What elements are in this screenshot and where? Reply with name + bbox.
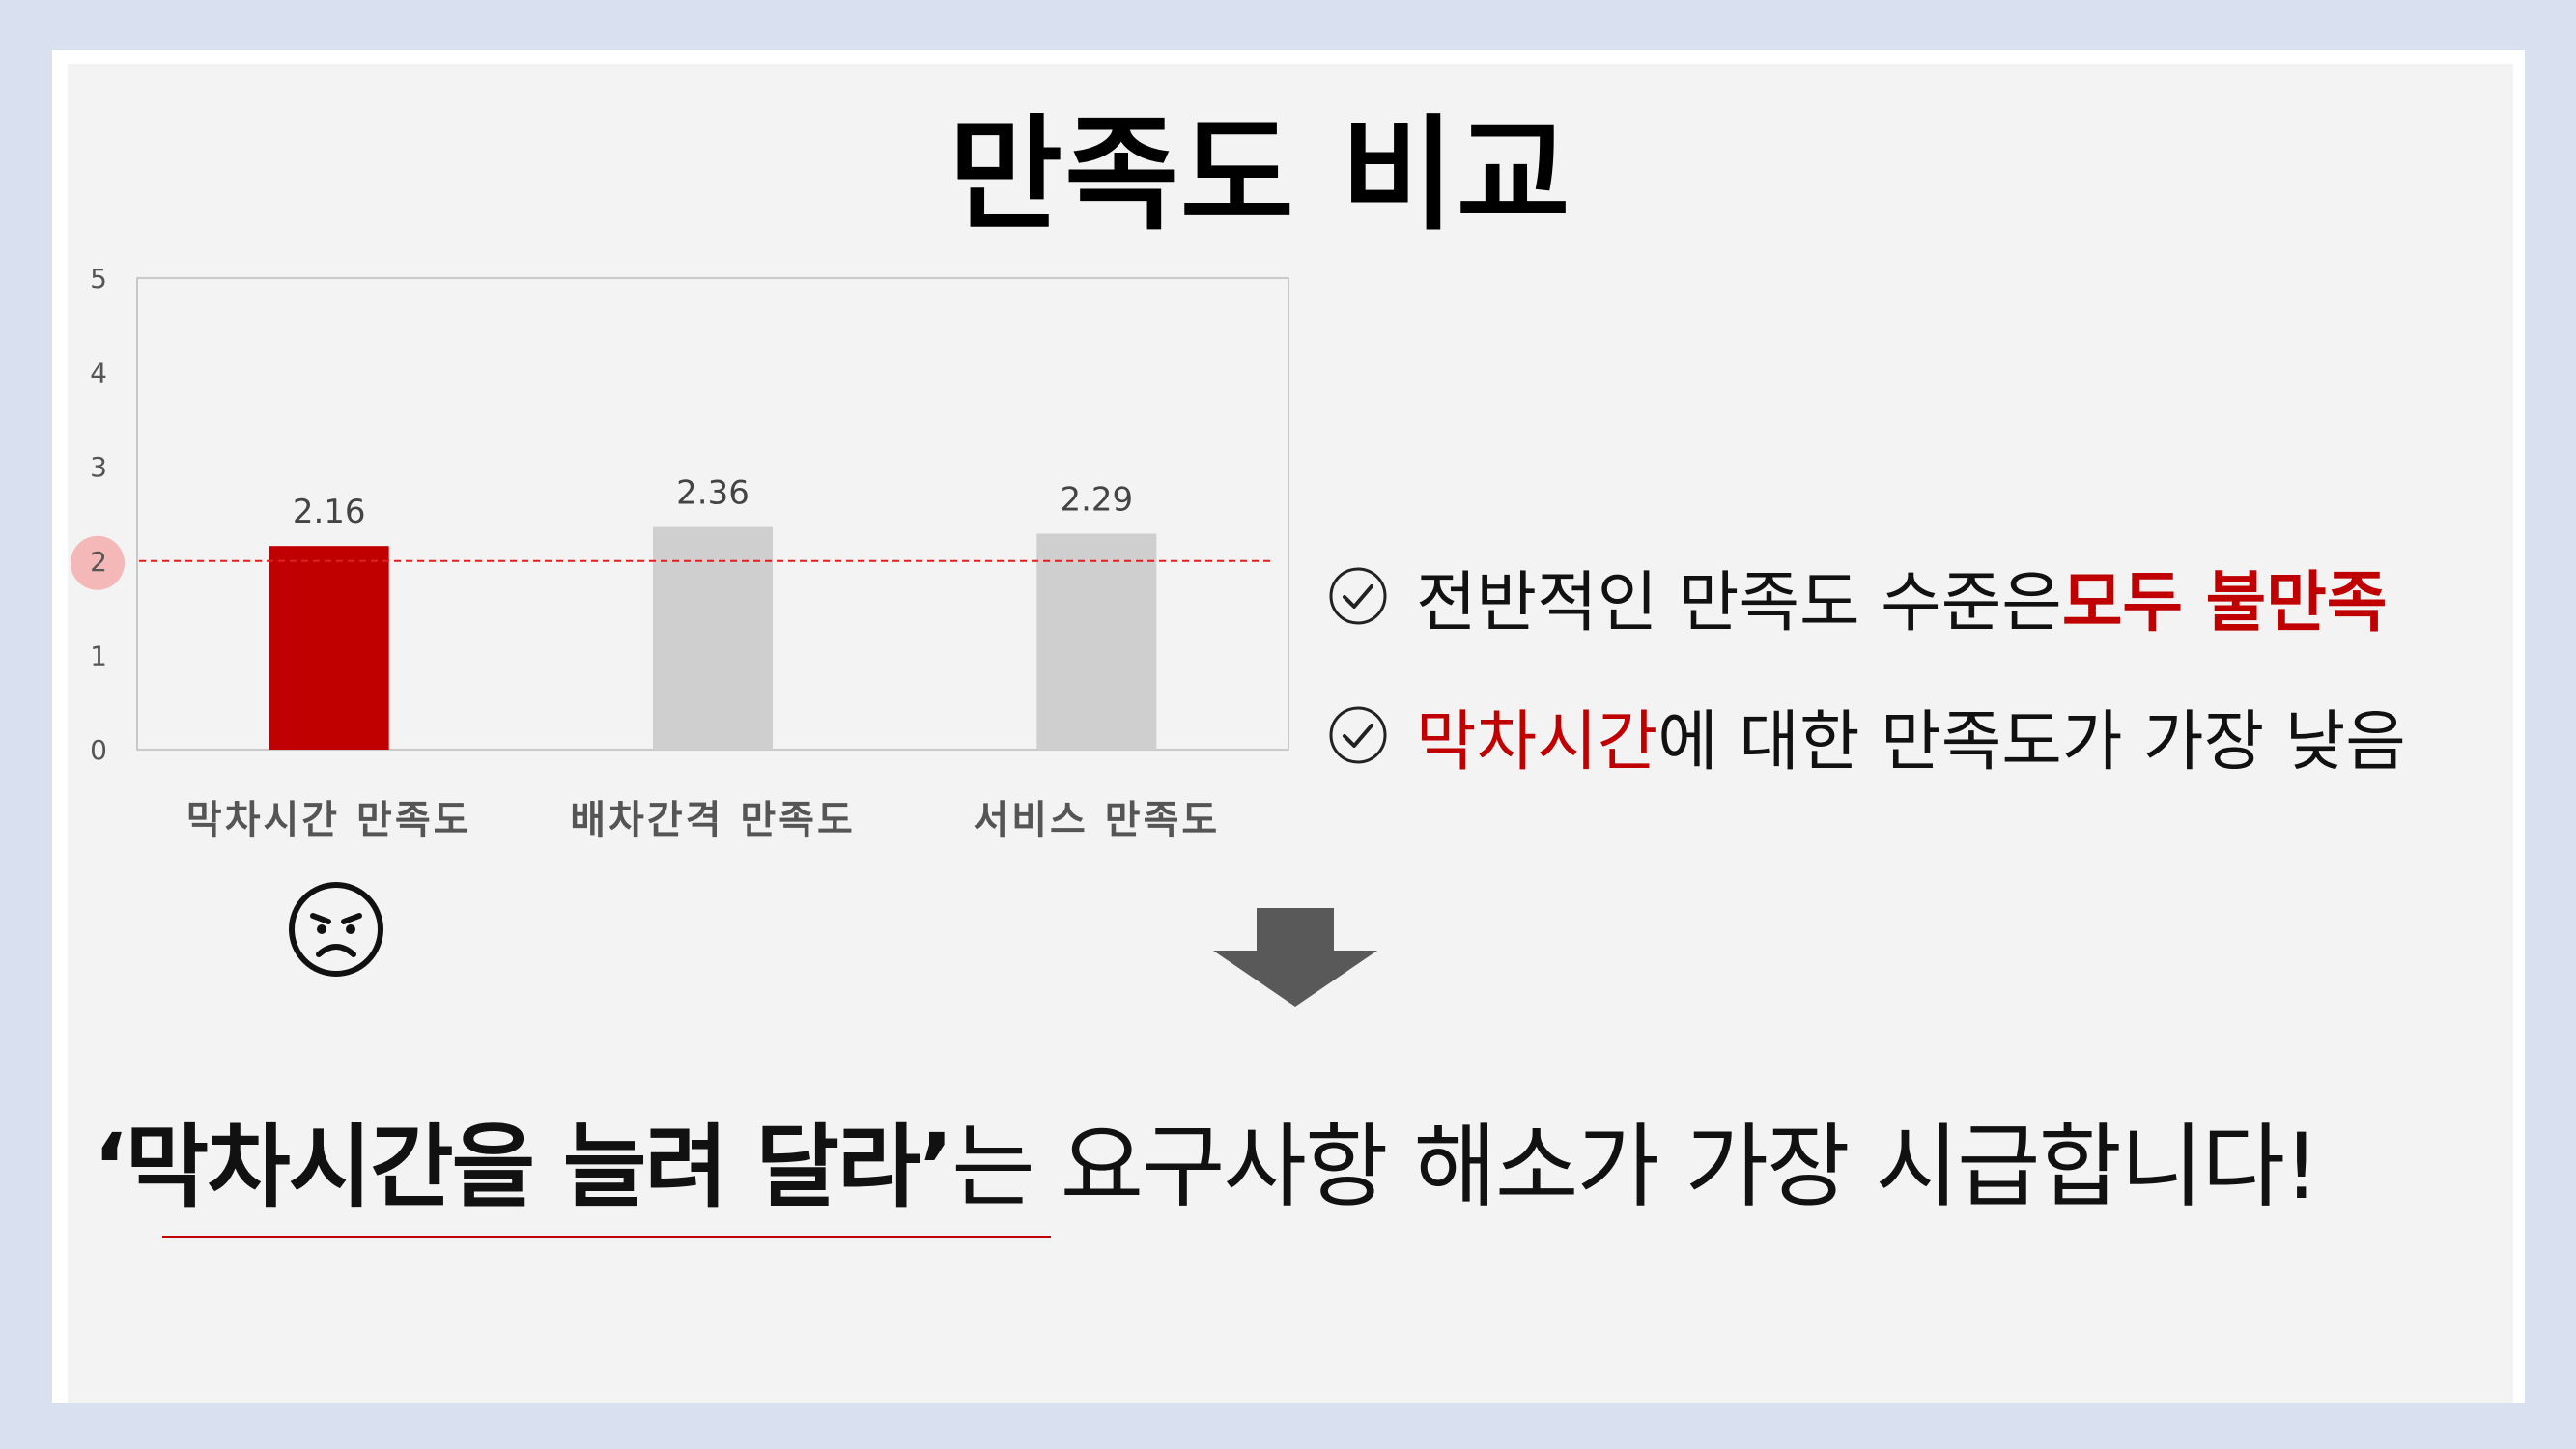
bar <box>1036 533 1157 750</box>
x-category-label: 서비스 만족도 <box>973 798 1220 842</box>
y-tick-label: 1 <box>90 639 107 671</box>
check-circle-icon <box>1329 567 1387 625</box>
y-tick-label: 3 <box>90 451 107 483</box>
bar <box>269 546 389 750</box>
data-label: 2.16 <box>293 493 366 531</box>
check-circle-icon <box>1329 706 1387 764</box>
bullet-highlight: 막차시간 <box>1416 703 1658 781</box>
y-tick-label: 2 <box>90 546 107 578</box>
bullet-text: 에 대한 만족도가 가장 낮음 <box>1657 703 2406 781</box>
x-category-label: 막차시간 만족도 <box>186 798 472 842</box>
y-tick-label: 5 <box>90 263 107 295</box>
conclusion-rest: 는 요구사항 해소가 가장 시급합니다! <box>951 1115 2319 1220</box>
bullet-text: 전반적인 만족도 수준은 <box>1416 564 2062 641</box>
bullet-overall-dissatisfaction: 전반적인 만족도 수준은 모두 불만족 <box>1327 553 2387 641</box>
highlight-underline <box>162 1236 1051 1238</box>
down-arrow-icon <box>1213 908 1377 1007</box>
conclusion-highlight: ‘막차시간을 늘려 달라’ <box>93 1115 953 1220</box>
conclusion-text: ‘막차시간을 늘려 달라’ 는 요구사항 해소가 가장 시급합니다! <box>93 1101 2320 1220</box>
bullet-last-train-lowest: 막차시간 에 대한 만족도가 가장 낮음 <box>1327 692 2406 781</box>
y-tick-label: 0 <box>90 734 107 766</box>
bullet-highlight: 모두 불만족 <box>2061 564 2388 641</box>
data-label: 2.36 <box>676 474 750 513</box>
angry-face-icon <box>289 882 383 977</box>
y-tick-label: 4 <box>90 357 107 389</box>
x-category-label: 배차간격 만족도 <box>570 798 856 842</box>
data-label: 2.29 <box>1060 480 1133 519</box>
